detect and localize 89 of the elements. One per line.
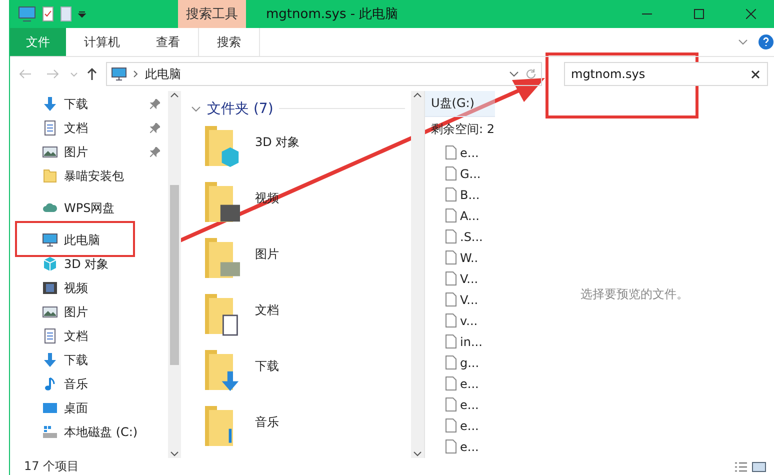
folder-item[interactable]: 音乐 xyxy=(191,402,411,458)
pin-icon xyxy=(150,123,160,133)
picture-icon xyxy=(42,144,58,160)
picture-icon xyxy=(42,304,58,320)
close-icon xyxy=(746,9,756,19)
item-count: 17 个项目 xyxy=(24,458,80,475)
folder-item[interactable]: 图片 xyxy=(191,234,411,290)
document-icon xyxy=(42,328,58,344)
ribbon-tab[interactable]: 查看 xyxy=(138,28,198,56)
chevron-down-icon[interactable] xyxy=(509,69,519,79)
clear-icon[interactable] xyxy=(751,70,760,79)
sidebar-item[interactable]: 图片 xyxy=(10,300,168,324)
file-item[interactable]: in... xyxy=(425,331,495,352)
thumbnail-view-icon[interactable] xyxy=(752,460,766,472)
address-bar[interactable]: 此电脑 xyxy=(106,62,542,86)
download-arrow-icon xyxy=(42,96,58,112)
drive-header: U盘(G:) xyxy=(425,91,495,117)
sidebar-item[interactable]: 本地磁盘 (C:) xyxy=(10,420,168,444)
file-item[interactable]: .S... xyxy=(425,226,495,247)
file-icon xyxy=(445,166,457,181)
ribbon-tab[interactable]: 计算机 xyxy=(66,28,138,56)
group-header: 文件夹 (7) xyxy=(207,100,274,118)
file-icon xyxy=(445,145,457,160)
sidebar-item[interactable]: 文档 xyxy=(10,116,168,140)
refresh-icon[interactable] xyxy=(525,68,537,80)
file-icon xyxy=(445,187,457,202)
folder-item[interactable]: 3D 对象 xyxy=(191,122,411,178)
film-icon xyxy=(42,280,58,296)
drive-icon xyxy=(42,424,58,440)
sidebar-item[interactable]: WPS网盘 xyxy=(10,196,168,220)
document-icon xyxy=(42,120,58,136)
file-icon xyxy=(445,250,457,265)
sidebar-item[interactable]: 此电脑 xyxy=(10,228,168,252)
desktop-icon xyxy=(42,400,58,416)
scrollbar-thumb[interactable] xyxy=(170,184,179,364)
preview-message: 选择要预览的文件。 xyxy=(580,286,688,303)
file-icon xyxy=(445,208,457,223)
file-icon xyxy=(445,418,457,433)
file-item[interactable]: g... xyxy=(425,352,495,373)
pin-icon xyxy=(150,147,160,157)
folder-icon xyxy=(42,168,58,184)
search-field[interactable]: mgtnom.sys xyxy=(564,62,768,86)
file-item[interactable]: e... xyxy=(425,394,495,415)
details-view-icon[interactable] xyxy=(734,460,748,472)
collapse-icon[interactable] xyxy=(191,104,201,114)
file-item[interactable]: e... xyxy=(425,373,495,394)
file-icon xyxy=(445,334,457,349)
address-path: 此电脑 xyxy=(145,66,182,82)
file-item[interactable]: A... xyxy=(425,205,495,226)
file-item[interactable]: e... xyxy=(425,415,495,436)
cube-icon xyxy=(42,256,58,272)
download-arrow-icon xyxy=(42,352,58,368)
file-item[interactable]: W.. xyxy=(425,247,495,268)
pin-icon xyxy=(150,99,160,109)
sidebar-item[interactable]: 3D 对象 xyxy=(10,252,168,276)
file-icon xyxy=(445,376,457,391)
window-title: mgtnom.sys - 此电脑 xyxy=(266,6,400,23)
sidebar-item[interactable]: 图片 xyxy=(10,140,168,164)
file-item[interactable]: v... xyxy=(425,310,495,331)
file-item[interactable]: V... xyxy=(425,268,495,289)
file-item[interactable]: B... xyxy=(425,184,495,205)
file-icon xyxy=(445,271,457,286)
sidebar-item[interactable]: 下载 xyxy=(10,92,168,116)
file-icon xyxy=(445,439,457,454)
file-icon xyxy=(445,397,457,412)
file-icon xyxy=(445,355,457,370)
context-tab-header: 搜索工具 xyxy=(178,0,246,28)
sidebar-item[interactable]: 桌面 xyxy=(10,396,168,420)
file-icon xyxy=(445,292,457,307)
sidebar-item[interactable]: 暴喵安装包 xyxy=(10,164,168,188)
sidebar-item[interactable]: 视频 xyxy=(10,276,168,300)
sidebar-item[interactable]: 音乐 xyxy=(10,372,168,396)
maximize-icon xyxy=(694,9,704,19)
computer-icon xyxy=(18,6,36,22)
file-icon xyxy=(445,313,457,328)
properties-icon[interactable] xyxy=(42,6,54,22)
computer-icon xyxy=(42,232,58,248)
sidebar-item[interactable]: 文档 xyxy=(10,324,168,348)
file-item[interactable]: e... xyxy=(425,436,495,457)
up-arrow-icon[interactable] xyxy=(86,67,98,81)
file-icon xyxy=(445,229,457,244)
file-item[interactable]: e... xyxy=(425,142,495,163)
sidebar-item[interactable]: 下载 xyxy=(10,348,168,372)
computer-icon xyxy=(111,66,127,82)
file-item[interactable]: G... xyxy=(425,163,495,184)
file-item[interactable]: V... xyxy=(425,289,495,310)
folder-item[interactable]: 文档 xyxy=(191,290,411,346)
chevron-right-icon xyxy=(133,69,139,79)
folder-item[interactable]: 下载 xyxy=(191,346,411,402)
